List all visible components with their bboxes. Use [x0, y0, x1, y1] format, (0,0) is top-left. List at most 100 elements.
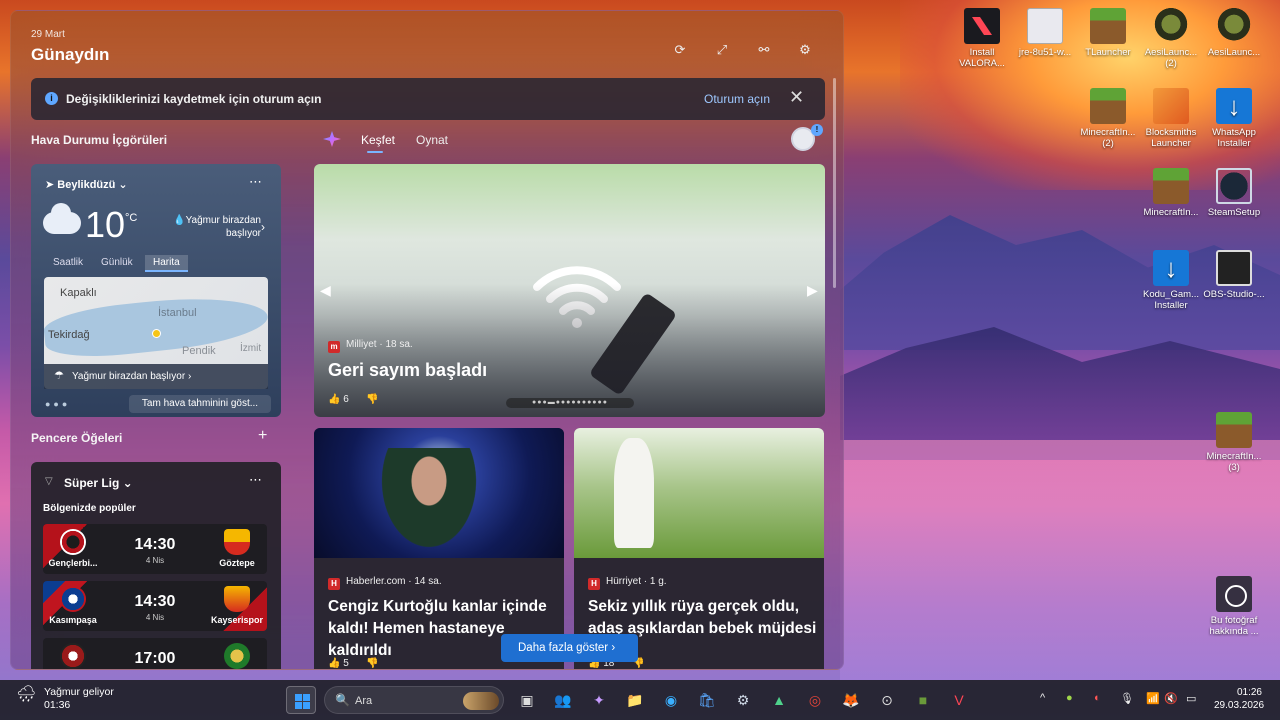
taskbar-clock[interactable]: 01:26 29.03.2026 [1214, 686, 1264, 712]
steam-icon[interactable]: ⚙ [728, 686, 758, 714]
more-options-icon[interactable]: ⋯ [249, 174, 262, 190]
desktop-icon-obs[interactable]: OBS-Studio-... [1203, 250, 1265, 300]
desktop-icon-label: Bu fotoğraf hakkında ... [1209, 615, 1259, 637]
desktop-icon-java[interactable]: jre-8u51-w... [1014, 8, 1076, 58]
file-explorer-icon[interactable]: 📁 [620, 686, 650, 714]
like-button[interactable]: 👍 5 [328, 658, 349, 669]
desktop-icon-tlauncher[interactable]: TLauncher [1077, 8, 1139, 58]
wifi-icon[interactable]: 📶 [1146, 692, 1160, 705]
search-box[interactable]: 🔍 Ara [324, 686, 504, 714]
desktop-icon-label: Blocksmiths Launcher [1145, 127, 1197, 149]
desktop-icon-minecraft[interactable]: MinecraftIn... [1140, 168, 1202, 218]
chevron-left-icon[interactable]: ◀ [320, 282, 331, 299]
news-age: 18 sa. [385, 339, 413, 350]
tab-play[interactable]: Oynat [416, 133, 448, 147]
chrome-icon[interactable]: ◎ [800, 686, 830, 714]
minecraft-grass-icon [1090, 8, 1126, 44]
desktop-icon-valorant[interactable]: Install VALORA... [951, 8, 1013, 69]
minecraft-grass-icon[interactable]: ■ [908, 686, 938, 714]
news-source: H Hürriyet · 1 g. [588, 576, 667, 590]
match-row[interactable]: Gençlerbi... 14:30 4 Nis Göztepe [43, 524, 267, 574]
desktop-icon-label: MinecraftIn... [1143, 207, 1199, 218]
tab-discover[interactable]: Keşfet [361, 133, 395, 153]
download-icon [1153, 250, 1189, 286]
steam-icon [1216, 168, 1252, 204]
edge-icon[interactable]: ◉ [656, 686, 686, 714]
chevron-down-icon: ⌄ [119, 476, 133, 490]
desktop-icon-minecraft-2[interactable]: MinecraftIn... (2) [1077, 88, 1139, 149]
valorant-icon[interactable]: V [944, 686, 974, 714]
chevron-right-icon[interactable]: ▶ [807, 282, 818, 299]
map-label: İstanbul [158, 307, 197, 319]
team-crest-icon [224, 529, 250, 555]
milliyet-logo-icon: m [328, 341, 340, 353]
match-row[interactable]: 17:00 [43, 638, 267, 669]
like-button[interactable]: 👍 6 [328, 394, 349, 405]
chevron-up-icon[interactable]: ^ [1040, 692, 1045, 704]
desktop-icon-steamsetup[interactable]: SteamSetup [1203, 168, 1265, 218]
scrollbar[interactable] [833, 78, 836, 288]
start-button[interactable] [286, 686, 316, 714]
signin-button[interactable]: Oturum açın [704, 92, 770, 106]
battery-icon[interactable]: ▭ [1186, 692, 1196, 705]
minecraft-grass-icon [1153, 168, 1189, 204]
close-icon[interactable]: ✕ [789, 87, 804, 108]
match-time: 14:30 [134, 593, 176, 610]
desktop-icon-blocksmiths[interactable]: Blocksmiths Launcher [1140, 88, 1202, 149]
super-lig-card[interactable]: ▽ Süper Lig ⌄ ⋯ Bölgenizde popüler Gençl… [31, 462, 281, 669]
desktop-icon-label: WhatsApp Installer [1212, 127, 1256, 149]
desktop-icon-whatsapp-installer[interactable]: WhatsApp Installer [1203, 88, 1265, 149]
personalize-icon[interactable]: ⚯ [755, 41, 773, 59]
add-widget-icon[interactable]: + [258, 427, 267, 445]
away-team [207, 638, 267, 669]
obs-icon[interactable]: ⊙ [872, 686, 902, 714]
show-more-button[interactable]: Daha fazla göster › [501, 634, 638, 662]
like-count: 5 [343, 658, 349, 669]
match-date: 4 Nis [145, 613, 165, 622]
microphone-icon[interactable]: 🎙 [1120, 692, 1134, 705]
map-rain-notice[interactable]: ☂ Yağmur birazdan başlıyor › [44, 364, 268, 389]
desktop-icon-kodu-installer[interactable]: Kodu_Gam... Installer [1140, 250, 1202, 311]
speaker-icon[interactable]: 🔇 [1164, 692, 1178, 705]
copilot-icon[interactable]: ✦ [584, 686, 614, 714]
refresh-icon[interactable]: ⟳ [671, 41, 689, 59]
cloud-icon [43, 203, 81, 234]
teams-icon[interactable]: 👥 [548, 686, 578, 714]
weather-location[interactable]: ➤ Beylikdüzü ⌄ [45, 178, 128, 191]
widgets-panel: 29 Mart Günaydın ⟳ ⤢ ⚯ ⚙ i Değişiklikler… [10, 10, 844, 670]
news-age: 14 sa. [414, 576, 442, 587]
rain-cloud-icon: 🌧 [16, 686, 37, 703]
weather-tab-daily[interactable]: Günlük [93, 255, 141, 270]
super-lig-title[interactable]: Süper Lig ⌄ [64, 476, 133, 490]
weather-card[interactable]: ➤ Beylikdüzü ⌄ ⋯ 10 °C 💧Yağmur birazdan … [31, 164, 281, 417]
expand-icon[interactable]: ⤢ [713, 41, 731, 59]
match-row[interactable]: Kasımpaşa 14:30 4 Nis Kayserispor [43, 581, 267, 631]
thumbs-down-icon[interactable]: 👎 [366, 658, 378, 669]
thumbs-down-icon[interactable]: 👎 [366, 394, 378, 405]
app-icon[interactable]: ▲ [764, 686, 794, 714]
desktop-icon-aesi[interactable]: AesiLaunc... [1203, 8, 1265, 58]
desktop-icon-aesi-2[interactable]: AesiLaunc... (2) [1140, 8, 1202, 69]
more-options-icon[interactable]: ⋯ [249, 472, 262, 488]
weather-tab-hourly[interactable]: Saatlik [45, 255, 91, 270]
desktop-icon-label: AesiLaunc... [1207, 47, 1261, 58]
task-view-icon[interactable]: ▣ [512, 686, 542, 714]
map-label: İzmit [240, 343, 262, 354]
widgets-greeting: Günaydın [31, 45, 110, 64]
clock-time: 01:26 [1236, 687, 1262, 698]
taskbar-weather[interactable]: 🌧 Yağmur geliyor 01:36 [16, 686, 114, 712]
gear-icon[interactable]: ⚙ [796, 41, 814, 59]
firefox-icon[interactable]: 🦊 [836, 686, 866, 714]
map-label: Tekirdağ [48, 329, 90, 341]
location-arrow-icon: ➤ [45, 179, 58, 191]
store-icon[interactable]: 🛍 [692, 686, 722, 714]
hero-title[interactable]: Geri sayım başladı [328, 360, 487, 381]
chevron-right-icon[interactable]: › [261, 220, 265, 234]
tray-app-icon[interactable]: ● [1066, 692, 1073, 704]
desktop-icon-minecraft-3[interactable]: MinecraftIn... (3) [1203, 412, 1265, 473]
hero-news-card[interactable]: ◀ ▶ m Milliyet · 18 sa. Geri sayım başlad… [314, 164, 825, 417]
full-forecast-button[interactable]: Tam hava tahminini göst... [129, 395, 271, 413]
weather-tab-map[interactable]: Harita [145, 255, 188, 272]
desktop-icon-about-photo[interactable]: Bu fotoğraf hakkında ... [1203, 576, 1265, 637]
tray-app-icon[interactable]: ◐ [1094, 692, 1101, 704]
